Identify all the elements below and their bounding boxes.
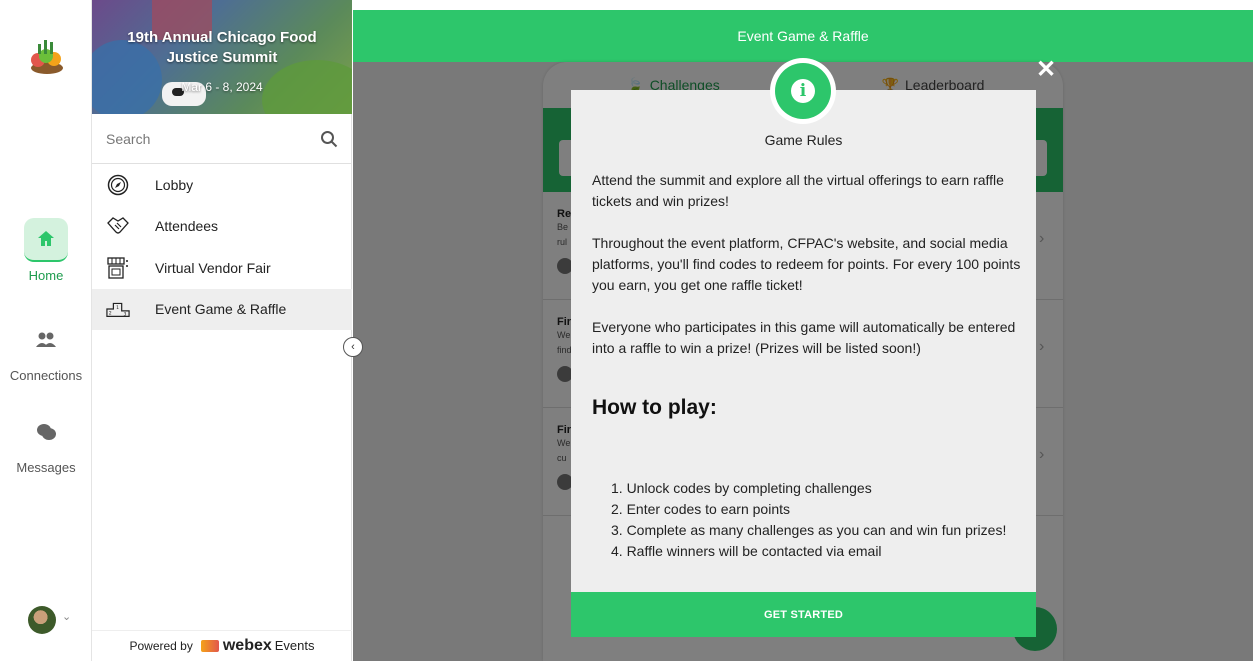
rail-item-home[interactable]: Home	[0, 218, 92, 283]
sidebar-collapse-button[interactable]: ‹	[343, 337, 363, 357]
webex-brand-text: webex	[222, 636, 272, 654]
step-item: 4. Raffle winners will be contacted via …	[611, 543, 882, 559]
search-icon[interactable]	[320, 130, 338, 148]
search-bar	[92, 114, 352, 164]
page-header: Event Game & Raffle	[353, 10, 1253, 62]
info-badge-inner: i	[775, 63, 831, 119]
storefront-icon	[106, 256, 130, 280]
rail-item-messages[interactable]: Messages	[0, 410, 92, 475]
rail-label-connections: Connections	[9, 368, 83, 383]
chevron-down-icon[interactable]: ⌄	[62, 610, 71, 623]
powered-by-footer[interactable]: Powered by webex Events	[92, 630, 352, 660]
svg-text:1: 1	[116, 305, 119, 311]
event-logo-icon[interactable]	[24, 36, 70, 76]
how-to-play-heading: How to play:	[592, 396, 717, 419]
get-started-button[interactable]: GET STARTED	[571, 592, 1036, 637]
close-icon[interactable]: ✕	[1036, 58, 1056, 82]
sidebar-item-label: Event Game & Raffle	[155, 301, 287, 318]
webex-events-text: Events	[274, 638, 315, 653]
sidebar-item-event-game-raffle[interactable]: 213 Event Game & Raffle	[92, 288, 352, 330]
rules-paragraph: Throughout the event platform, CFPAC's w…	[592, 235, 1021, 293]
step-item: 2. Enter codes to earn points	[611, 501, 790, 517]
powered-by-text: Powered by	[129, 638, 193, 653]
rail-label-messages: Messages	[16, 460, 76, 475]
modal-title: Game Rules	[764, 132, 843, 148]
home-icon	[24, 218, 68, 262]
svg-text:3: 3	[124, 312, 127, 318]
rail-label-home: Home	[28, 268, 64, 283]
rules-paragraph: Attend the summit and explore all the vi…	[592, 172, 1004, 209]
modal-body: Attend the summit and explore all the vi…	[592, 170, 1022, 380]
rail-item-connections[interactable]: Connections	[0, 318, 92, 383]
step-item: 3. Complete as many challenges as you ca…	[611, 522, 1007, 538]
sidebar-item-label: Attendees	[155, 218, 219, 235]
sidebar-item-label: Virtual Vendor Fair	[155, 259, 271, 276]
info-icon: i	[791, 79, 815, 103]
webex-mark-icon	[200, 639, 219, 652]
steps-list: 1. Unlock codes by completing challenges…	[611, 478, 1006, 562]
search-input[interactable]	[106, 127, 306, 151]
sidebar-item-lobby[interactable]: Lobby	[92, 164, 352, 206]
event-date: Mar 6 - 8, 2024	[181, 80, 263, 94]
compass-icon	[106, 173, 130, 197]
event-banner[interactable]: 19th Annual Chicago Food Justice Summit …	[92, 0, 352, 114]
podium-icon: 213	[106, 297, 130, 321]
game-rules-modal: Game Rules Attend the summit and explore…	[571, 90, 1036, 637]
sidebar-nav: Lobby Attendees Virtual Vendor Fair 213 …	[92, 164, 352, 330]
step-item: 1. Unlock codes by completing challenges	[611, 480, 872, 496]
sidebar-item-attendees[interactable]: Attendees	[92, 206, 352, 248]
sidebar-item-virtual-vendor-fair[interactable]: Virtual Vendor Fair	[92, 247, 352, 289]
page-title: Event Game & Raffle	[737, 28, 869, 44]
app-root: Home Connections Messages ⌄ 19th Annual …	[0, 0, 1253, 661]
info-badge: i	[770, 58, 836, 124]
left-rail: Home Connections Messages ⌄	[0, 0, 92, 661]
sidebar: 19th Annual Chicago Food Justice Summit …	[92, 0, 352, 661]
rules-paragraph: Everyone who participates in this game w…	[592, 319, 1016, 356]
chat-icon	[24, 410, 68, 454]
handshake-icon	[106, 214, 130, 238]
event-title: 19th Annual Chicago Food Justice Summit	[127, 29, 317, 66]
avatar[interactable]	[28, 606, 56, 634]
webex-logo: webex Events	[200, 636, 315, 655]
people-icon	[24, 318, 68, 362]
svg-text:2: 2	[109, 311, 112, 317]
sidebar-item-label: Lobby	[155, 176, 194, 193]
